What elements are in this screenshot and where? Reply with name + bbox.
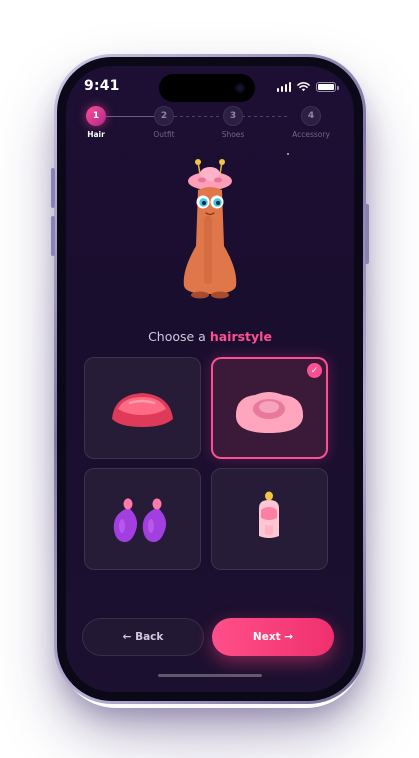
- stage: 9:41 1 Hair 2 Outfit 3 Shoes 4 Accessory…: [0, 0, 419, 758]
- status-icons: [276, 81, 339, 93]
- step-number: 3: [223, 106, 243, 126]
- hairstyle-option-3[interactable]: [84, 468, 201, 570]
- step-label: Hair: [87, 130, 105, 139]
- next-button[interactable]: Next →: [212, 618, 334, 656]
- character-illustration: [183, 159, 237, 299]
- red-cap-hair-icon: [112, 393, 173, 427]
- prompt-highlight: hairstyle: [209, 329, 272, 344]
- power-button: [365, 204, 369, 264]
- mohawk-hair-icon: [259, 491, 279, 538]
- step-label: Outfit: [153, 130, 175, 139]
- step-number: 4: [301, 106, 321, 126]
- step-number: 1: [86, 106, 106, 126]
- back-button[interactable]: ← Back: [82, 618, 204, 656]
- app-screen: 9:41 1 Hair 2 Outfit 3 Shoes 4 Accessory…: [66, 66, 354, 692]
- purple-pigtails-hair-icon: [113, 498, 167, 542]
- selected-check-icon: ✓: [307, 363, 322, 378]
- progress-stepper: 1 Hair 2 Outfit 3 Shoes 4 Accessory: [66, 106, 354, 142]
- prompt-heading: Choose a hairstyle: [66, 329, 354, 344]
- hairstyle-option-4[interactable]: [211, 468, 328, 570]
- step-number: 2: [154, 106, 174, 126]
- step-label: Shoes: [221, 130, 245, 139]
- prompt-prefix: Choose a: [148, 329, 210, 344]
- step-label: Accessory: [292, 130, 330, 139]
- step-outfit[interactable]: 2 Outfit: [134, 106, 194, 139]
- cellular-signal-icon: [276, 82, 291, 92]
- hairstyle-option-1[interactable]: [84, 357, 201, 459]
- hairstyle-option-2[interactable]: ✓: [211, 357, 328, 459]
- sparkle-dot: [287, 153, 289, 155]
- volume-down-button: [51, 216, 55, 256]
- status-bar: 9:41: [66, 66, 354, 110]
- battery-icon: [316, 82, 339, 92]
- dynamic-island: [159, 74, 255, 102]
- step-accessory[interactable]: 4 Accessory: [281, 106, 341, 139]
- camera-icon: [235, 83, 245, 93]
- home-indicator[interactable]: [158, 674, 262, 677]
- status-time: 9:41: [84, 78, 120, 94]
- wifi-icon: [297, 82, 310, 92]
- wizard-navigation: ← Back Next →: [82, 618, 334, 656]
- step-hair[interactable]: 1 Hair: [66, 106, 126, 139]
- step-shoes[interactable]: 3 Shoes: [203, 106, 263, 139]
- character-preview: [174, 158, 246, 308]
- volume-up-button: [51, 168, 55, 208]
- hairstyle-options: ✓: [84, 357, 332, 573]
